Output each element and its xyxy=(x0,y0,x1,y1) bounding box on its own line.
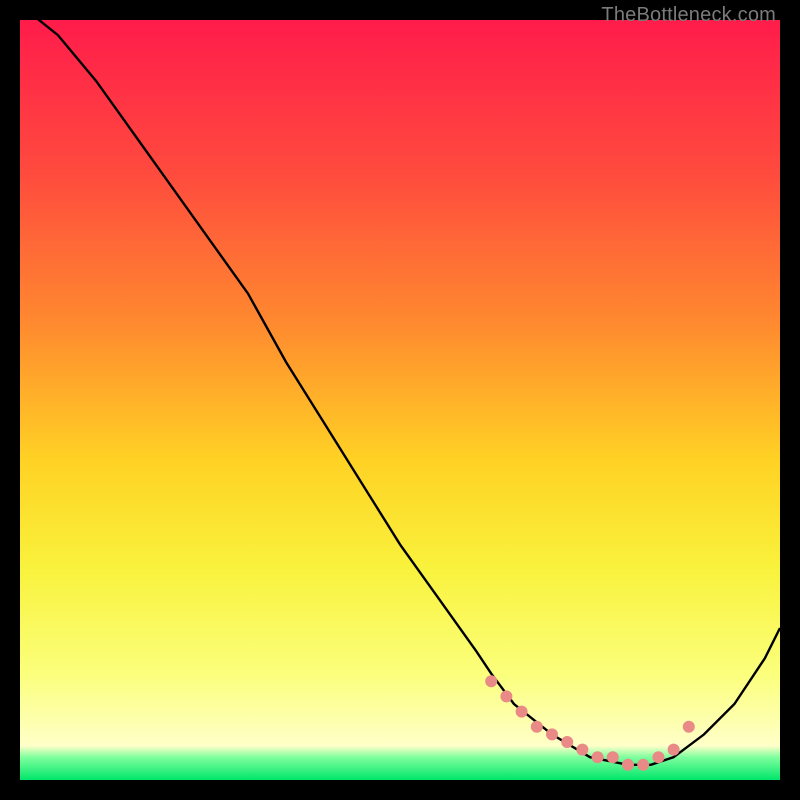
marker-dot xyxy=(546,728,558,740)
marker-dot xyxy=(668,744,680,756)
marker-dot xyxy=(516,706,528,718)
marker-dot xyxy=(622,759,634,771)
marker-dot xyxy=(576,744,588,756)
marker-dot xyxy=(561,736,573,748)
watermark-text: TheBottleneck.com xyxy=(601,4,776,27)
chart-svg xyxy=(20,20,780,780)
marker-dot xyxy=(531,721,543,733)
marker-dot xyxy=(485,675,497,687)
marker-dot xyxy=(500,690,512,702)
marker-dot xyxy=(637,759,649,771)
marker-dot xyxy=(652,751,664,763)
chart-frame xyxy=(20,20,780,780)
marker-dot xyxy=(683,721,695,733)
marker-dot xyxy=(607,751,619,763)
marker-dot xyxy=(592,751,604,763)
